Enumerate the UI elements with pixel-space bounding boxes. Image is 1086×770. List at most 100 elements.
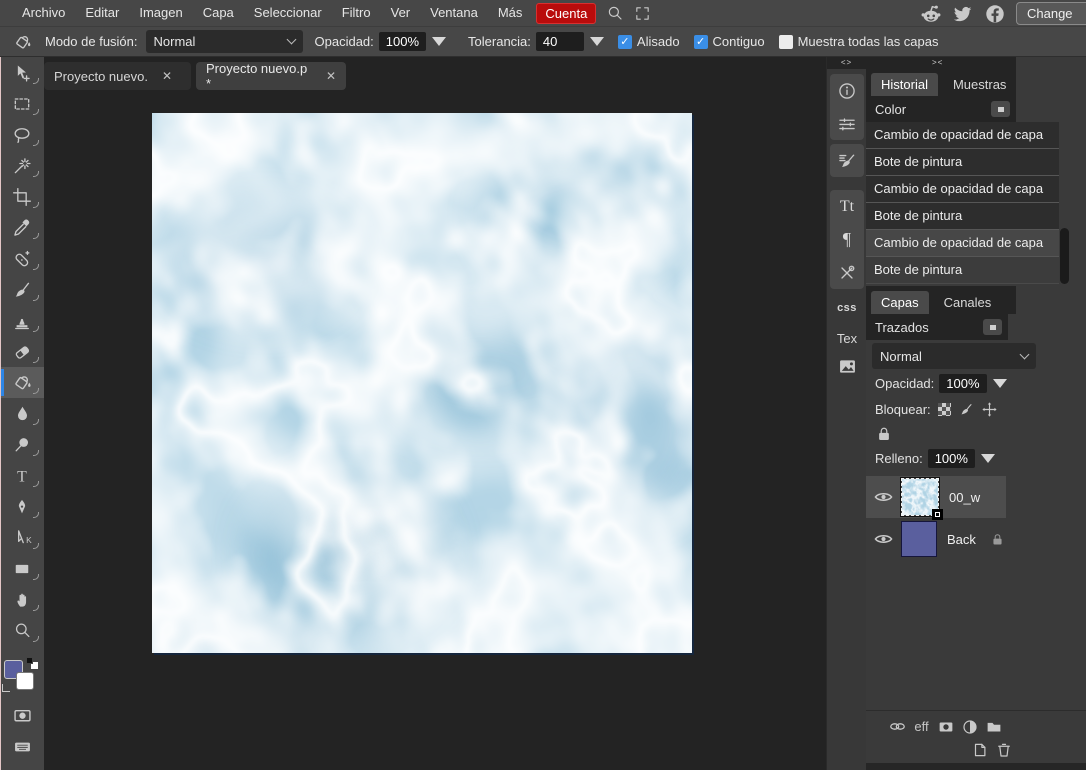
keyboard-shortcuts-icon[interactable] [0, 731, 44, 762]
background-color-swatch[interactable] [16, 672, 34, 690]
panel-collapse-control[interactable]: >< [866, 57, 1016, 69]
history-item[interactable]: Cambio de opacidad de capa [866, 122, 1059, 149]
facebook-icon[interactable] [984, 3, 1006, 25]
layer-row-water[interactable]: 00_w [866, 476, 1006, 518]
history-item[interactable]: Bote de pintura [866, 149, 1059, 176]
reddit-icon[interactable] [920, 3, 942, 25]
menu-ventana[interactable]: Ventana [420, 0, 488, 26]
clone-stamp-tool[interactable] [0, 305, 44, 336]
move-tool[interactable] [0, 57, 44, 88]
panel-menu-icon[interactable] [983, 319, 1002, 335]
info-icon[interactable] [830, 74, 864, 107]
document-canvas[interactable] [152, 113, 692, 653]
paragraph-panel-icon[interactable]: ¶ [830, 223, 864, 256]
css-panel-icon[interactable]: css [827, 295, 867, 321]
color-panel-row[interactable]: Color [866, 96, 1016, 122]
marquee-tool[interactable] [0, 88, 44, 119]
tab-capas[interactable]: Capas [871, 291, 929, 314]
lasso-tool[interactable] [0, 119, 44, 150]
layer-thumbnail[interactable] [901, 478, 939, 516]
color-swatches[interactable] [0, 654, 44, 700]
menu-filtro[interactable]: Filtro [332, 0, 381, 26]
type-tool[interactable]: T [0, 460, 44, 491]
magic-wand-tool[interactable] [0, 150, 44, 181]
layer-thumbnail[interactable] [901, 521, 937, 557]
adjustments-icon[interactable] [830, 107, 864, 140]
change-language-button[interactable]: Change [1016, 2, 1086, 25]
history-item[interactable]: Cambio de opacidad de capa [866, 176, 1059, 203]
fullscreen-icon[interactable] [634, 5, 651, 22]
blend-mode-dropdown[interactable]: Normal [146, 30, 303, 53]
document-tab-1[interactable]: Proyecto nuevo. ✕ [44, 62, 191, 90]
shape-tool[interactable] [0, 553, 44, 584]
history-scrollbar[interactable] [1060, 228, 1069, 284]
dodge-tool[interactable] [0, 429, 44, 460]
character-panel-icon[interactable]: Tt [830, 190, 864, 223]
menu-capa[interactable]: Capa [193, 0, 244, 26]
link-layers-icon[interactable] [888, 717, 907, 736]
muestra-todas-checkbox[interactable] [779, 35, 793, 49]
close-icon[interactable]: ✕ [326, 69, 336, 83]
opacity-slider-arrow-icon[interactable] [993, 379, 1007, 388]
alisado-checkbox[interactable]: ✓ [618, 35, 632, 49]
layer-blend-dropdown[interactable]: Normal [872, 343, 1036, 369]
search-icon[interactable] [606, 4, 624, 22]
swap-colors-icon[interactable] [2, 684, 10, 692]
crop-tool[interactable] [0, 181, 44, 212]
history-item[interactable]: Bote de pintura [866, 203, 1059, 230]
new-group-icon[interactable] [984, 717, 1003, 736]
lock-transparency-icon[interactable] [938, 403, 951, 416]
visibility-eye-icon[interactable] [874, 532, 893, 546]
layer-name[interactable]: 00_w [949, 490, 980, 505]
opacity-value[interactable]: 100% [379, 32, 426, 51]
lock-position-icon[interactable] [981, 401, 998, 418]
delete-layer-icon[interactable] [994, 740, 1013, 759]
layer-name[interactable]: Back [947, 532, 976, 547]
tools-panel-icon[interactable] [830, 256, 864, 289]
menu-seleccionar[interactable]: Seleccionar [244, 0, 332, 26]
zoom-tool[interactable] [0, 615, 44, 646]
lock-all-icon[interactable] [875, 425, 893, 443]
contiguo-checkbox[interactable]: ✓ [694, 35, 708, 49]
tex-panel-icon[interactable]: Tex [827, 325, 867, 351]
menu-imagen[interactable]: Imagen [129, 0, 192, 26]
visibility-eye-icon[interactable] [874, 490, 893, 504]
layer-effects-icon[interactable]: eff [912, 717, 931, 736]
pen-tool[interactable] [0, 491, 44, 522]
history-item[interactable]: Bote de pintura [866, 257, 1059, 284]
trazados-row[interactable]: Trazados [866, 314, 1008, 340]
tolerance-slider-arrow-icon[interactable] [590, 37, 604, 46]
path-select-tool[interactable]: K [0, 522, 44, 553]
menu-editar[interactable]: Editar [75, 0, 129, 26]
brush-settings-icon[interactable] [830, 144, 864, 177]
document-tab-2[interactable]: Proyecto nuevo.p * ✕ [196, 62, 346, 90]
eraser-tool[interactable] [0, 336, 44, 367]
blur-tool[interactable] [0, 398, 44, 429]
tab-canales[interactable]: Canales [934, 291, 1002, 314]
close-icon[interactable]: ✕ [162, 69, 172, 83]
menu-archivo[interactable]: Archivo [12, 0, 75, 26]
brush-tool[interactable] [0, 274, 44, 305]
paint-bucket-tool[interactable] [0, 367, 44, 398]
menu-mas[interactable]: Más [488, 0, 533, 26]
tolerance-value[interactable]: 40 [536, 32, 584, 51]
hand-tool[interactable] [0, 584, 44, 615]
quick-mask-tool[interactable] [0, 700, 44, 731]
eyedropper-tool[interactable] [0, 212, 44, 243]
history-item[interactable]: Cambio de opacidad de capa [866, 230, 1059, 257]
lock-pixels-icon[interactable] [958, 402, 974, 418]
fill-slider-arrow-icon[interactable] [981, 454, 995, 463]
layer-opacity-value[interactable]: 100% [939, 374, 986, 393]
tab-historial[interactable]: Historial [871, 73, 938, 96]
account-button[interactable]: Cuenta [536, 3, 596, 24]
tab-muestras[interactable]: Muestras [943, 73, 1016, 96]
panel-menu-icon[interactable] [991, 101, 1010, 117]
opacity-slider-arrow-icon[interactable] [432, 37, 446, 46]
rail-collapse-control[interactable]: <> [827, 57, 866, 69]
add-mask-icon[interactable] [936, 717, 955, 736]
twitter-icon[interactable] [952, 3, 974, 25]
new-layer-icon[interactable] [970, 740, 989, 759]
healing-tool[interactable] [0, 243, 44, 274]
adjustment-layer-icon[interactable] [960, 717, 979, 736]
menu-ver[interactable]: Ver [381, 0, 421, 26]
